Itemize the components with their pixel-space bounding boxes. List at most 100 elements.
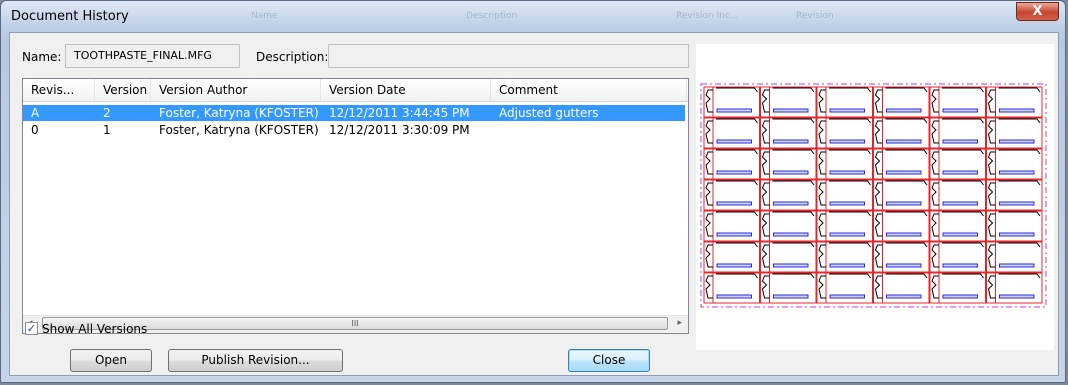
die-cut-line xyxy=(874,89,883,113)
tuck-flap xyxy=(773,263,809,268)
comment-cell: Adjusted gutters xyxy=(499,106,599,120)
name-label: Name: xyxy=(22,50,62,64)
list-header: Revis... Version Version Author Version … xyxy=(23,79,688,102)
tuck-flap xyxy=(886,139,922,144)
die-cut-line xyxy=(931,120,939,144)
die-cut-line xyxy=(874,244,883,268)
column-header-author[interactable]: Version Author xyxy=(151,79,321,101)
die-cut-line xyxy=(874,275,883,299)
description-label: Description: xyxy=(256,50,329,64)
tuck-flap xyxy=(999,263,1035,268)
die-cut-line xyxy=(998,211,1041,217)
window-title: Document History xyxy=(11,9,129,24)
die-cut-line xyxy=(772,273,815,279)
die-cut-line xyxy=(716,211,758,217)
die-cut-line xyxy=(705,182,713,206)
die-cut-line xyxy=(705,213,713,237)
die-cut-line xyxy=(829,87,871,93)
die-cut-line xyxy=(885,87,928,93)
close-button[interactable]: Close xyxy=(568,349,650,372)
die-cut-line xyxy=(761,182,770,206)
die-cut-line xyxy=(942,180,984,186)
version-list[interactable]: Revis... Version Version Author Version … xyxy=(22,78,689,334)
show-all-versions-checkbox[interactable]: ✓ xyxy=(25,322,38,335)
die-cut-line xyxy=(885,118,928,124)
table-row[interactable]: 0 1 Foster, Katryna (KFOSTER) 12/12/2011… xyxy=(23,122,685,138)
die-cut-line xyxy=(942,118,984,124)
table-row[interactable]: A 2 Foster, Katryna (KFOSTER) 12/12/2011… xyxy=(23,105,685,121)
column-header-comment[interactable]: Comment xyxy=(491,79,687,101)
die-cut-line xyxy=(772,242,815,248)
tuck-flap xyxy=(886,294,922,299)
open-button[interactable]: Open xyxy=(70,349,152,372)
die-cut-line xyxy=(874,213,883,237)
scroll-right-icon[interactable]: ▸ xyxy=(677,318,682,328)
die-cut-line xyxy=(874,182,883,206)
die-cut-line xyxy=(761,244,770,268)
die-cut-line xyxy=(818,275,826,299)
dialog-client-area: Name: TOOTHPASTE_FINAL.MFG Description: … xyxy=(9,32,1059,376)
tuck-flap xyxy=(999,170,1035,175)
die-cut-line xyxy=(705,275,713,299)
background-ghost-text: Revision Inc... xyxy=(676,11,739,21)
tuck-flap xyxy=(773,139,809,144)
tuck-flap xyxy=(942,108,978,113)
name-field[interactable]: TOOTHPASTE_FINAL.MFG xyxy=(65,44,240,68)
column-header-revision[interactable]: Revis... xyxy=(23,79,95,101)
tuck-flap xyxy=(773,201,809,206)
die-cut-line xyxy=(998,180,1041,186)
die-cut-line xyxy=(931,182,939,206)
version-cell: 1 xyxy=(103,123,111,137)
die-cut-line xyxy=(761,89,770,113)
column-header-date[interactable]: Version Date xyxy=(321,79,491,101)
die-cut-line xyxy=(705,151,713,175)
die-cut-line xyxy=(829,180,871,186)
tuck-flap xyxy=(942,263,978,268)
die-cut-line xyxy=(716,273,758,279)
tuck-flap xyxy=(716,201,752,206)
die-cut-line xyxy=(761,213,770,237)
column-header-version[interactable]: Version xyxy=(95,79,151,101)
publish-revision-button[interactable]: Publish Revision... xyxy=(168,349,343,372)
die-cut-line xyxy=(818,244,826,268)
title-bar[interactable]: Document History Name Description Revisi… xyxy=(1,1,1065,31)
die-cut-line xyxy=(987,120,996,144)
tuck-flap xyxy=(942,294,978,299)
die-cut-line xyxy=(998,149,1041,155)
die-cut-line xyxy=(772,87,815,93)
background-ghost-text: Revision xyxy=(796,11,834,21)
tuck-flap xyxy=(886,108,922,113)
die-cut-line xyxy=(818,182,826,206)
tuck-flap xyxy=(829,170,865,175)
die-cut-line xyxy=(761,275,770,299)
document-history-window: Document History Name Description Revisi… xyxy=(0,0,1066,383)
tuck-flap xyxy=(829,263,865,268)
die-cut-line xyxy=(705,120,713,144)
grip-icon: III xyxy=(351,319,359,328)
die-cut-line xyxy=(942,149,984,155)
die-cut-line xyxy=(772,180,815,186)
die-cut-line xyxy=(987,89,996,113)
close-window-button[interactable]: X xyxy=(1016,2,1059,21)
die-cut-line xyxy=(716,149,758,155)
die-cut-line xyxy=(716,87,758,93)
checkmark-icon: ✓ xyxy=(26,322,37,335)
die-cut-line xyxy=(942,211,984,217)
tuck-flap xyxy=(999,139,1035,144)
die-cut-line xyxy=(772,211,815,217)
tuck-flap xyxy=(829,108,865,113)
die-cut-line xyxy=(942,242,984,248)
die-cut-line xyxy=(998,273,1041,279)
die-cut-line xyxy=(716,242,758,248)
tuck-flap xyxy=(999,108,1035,113)
author-cell: Foster, Katryna (KFOSTER) xyxy=(159,123,319,137)
description-field[interactable] xyxy=(328,44,689,68)
die-cut-line xyxy=(942,273,984,279)
name-value: TOOTHPASTE_FINAL.MFG xyxy=(74,49,212,62)
tuck-flap xyxy=(829,232,865,237)
revision-cell: A xyxy=(31,106,40,120)
die-cut-line xyxy=(829,211,871,217)
tuck-flap xyxy=(942,232,978,237)
show-all-versions-label[interactable]: Show All Versions xyxy=(42,322,147,336)
die-cut-line xyxy=(818,89,826,113)
